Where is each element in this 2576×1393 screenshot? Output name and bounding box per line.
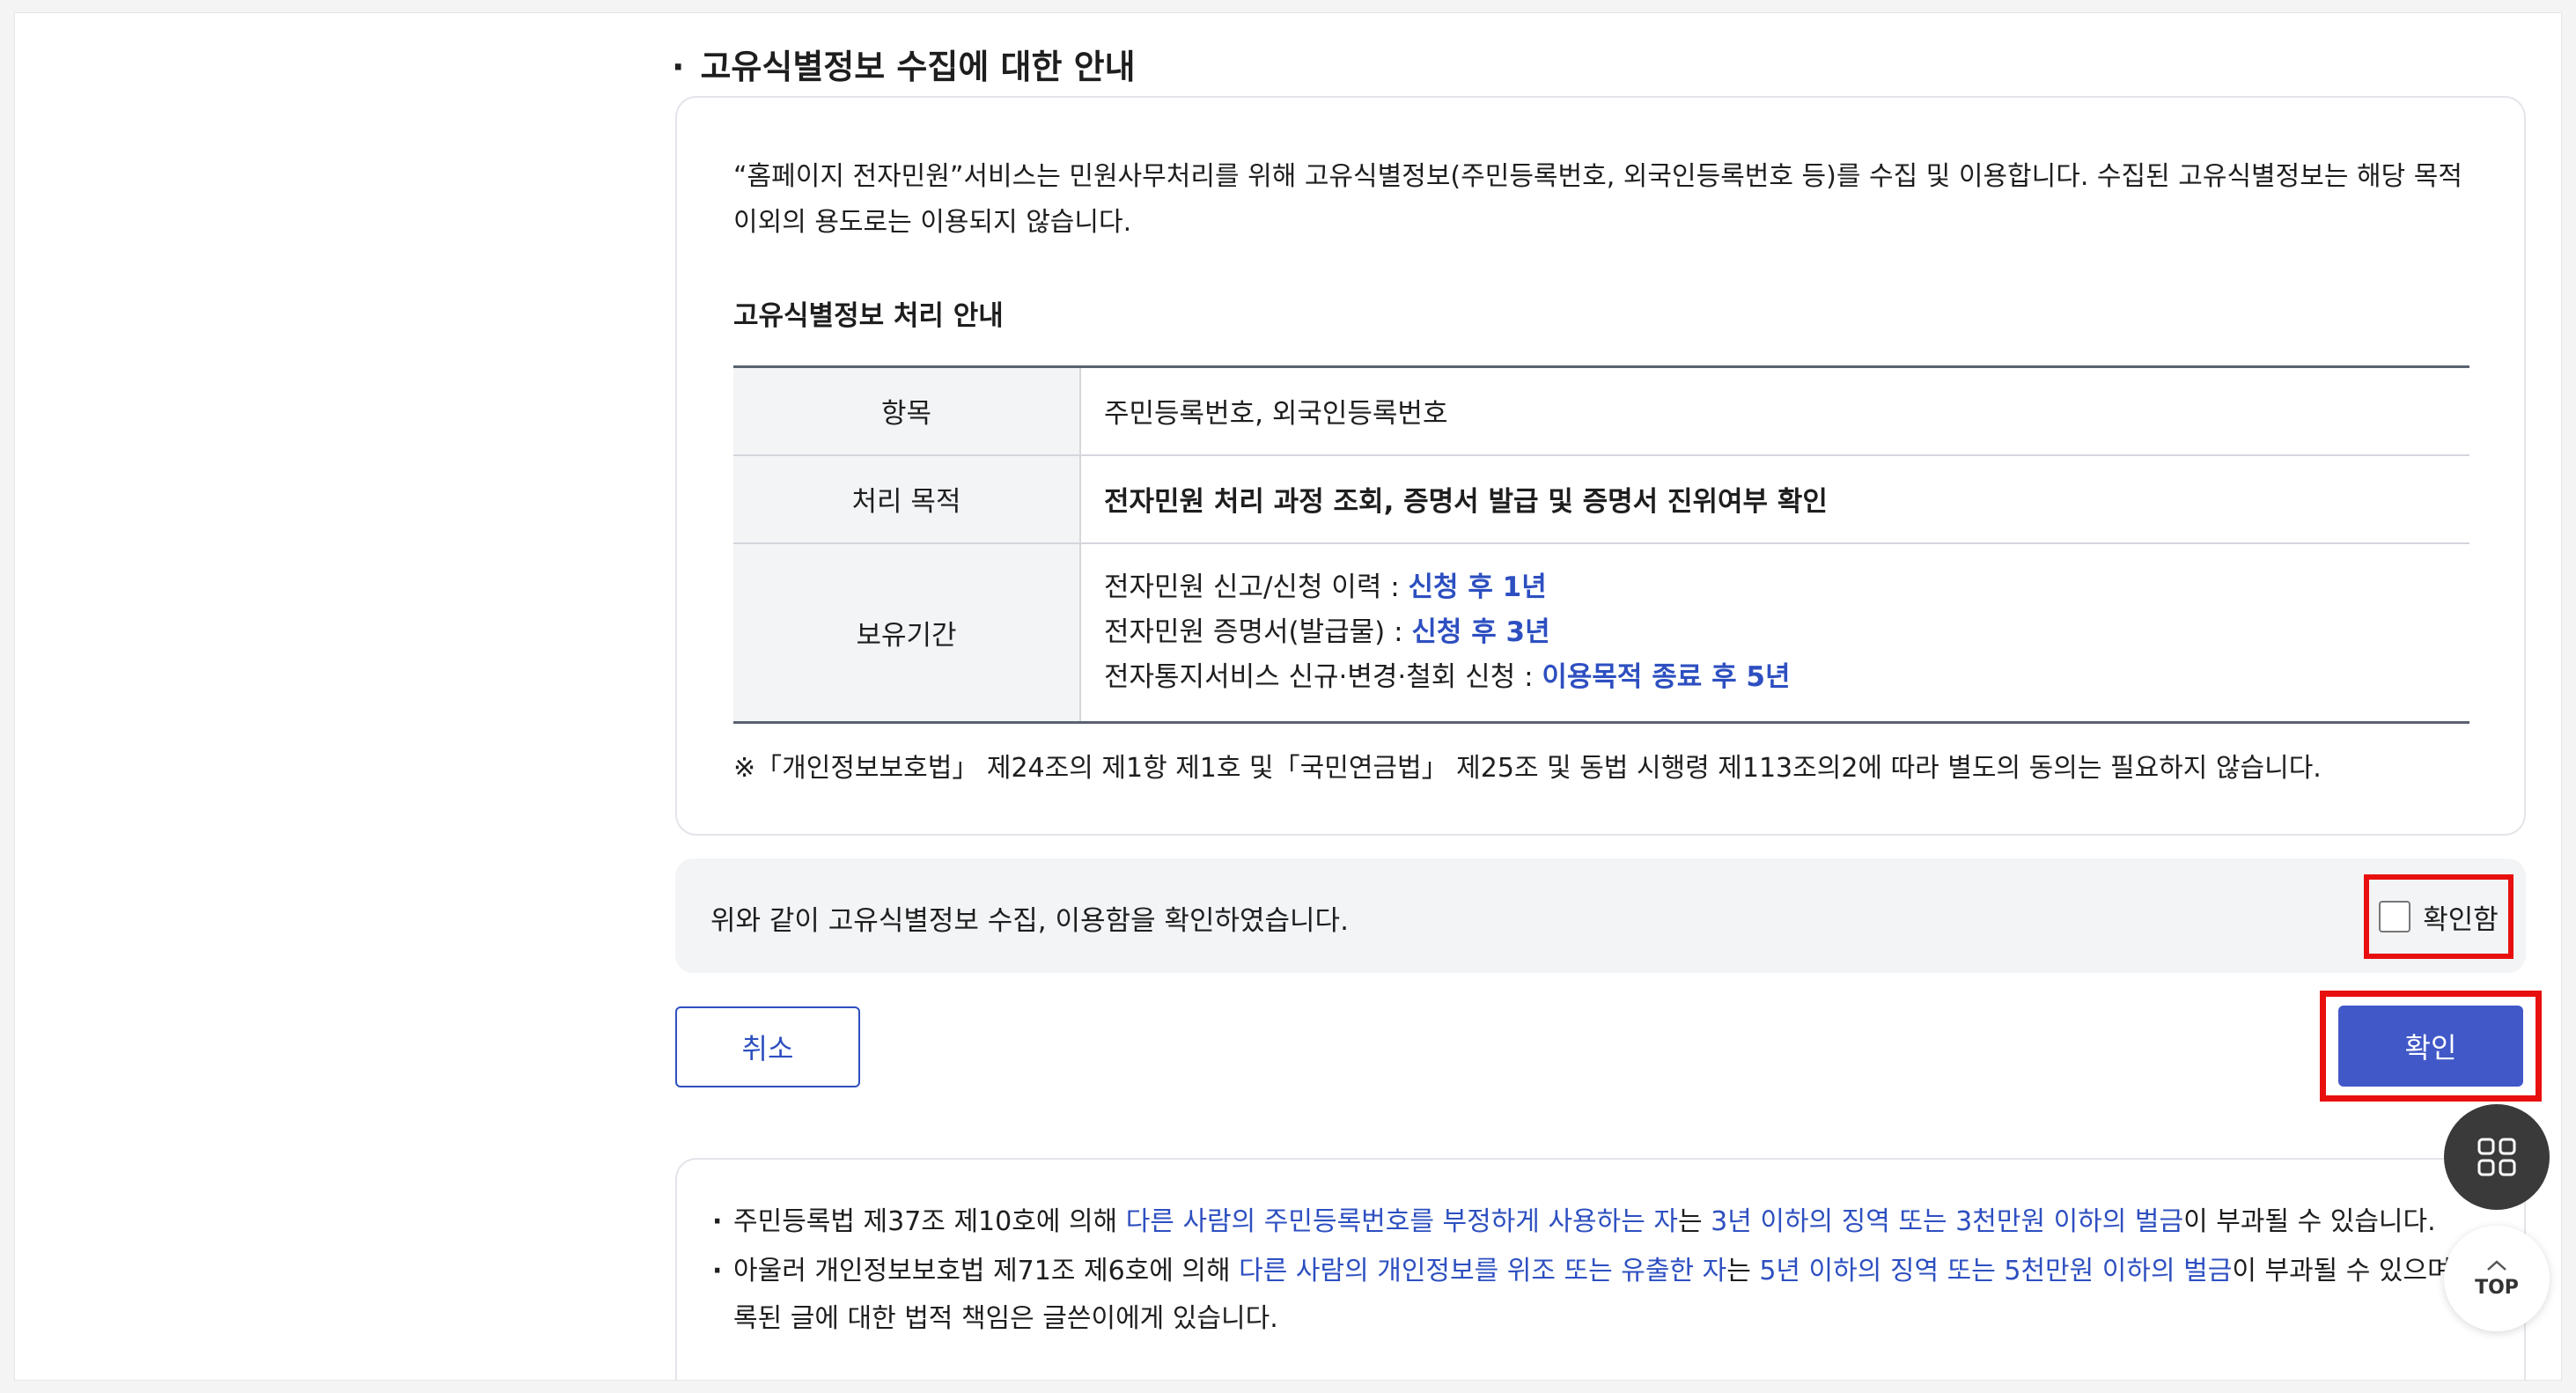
cancel-button[interactable]: 취소 bbox=[675, 1006, 860, 1087]
retention-value: 신청 후 3년 bbox=[1411, 615, 1550, 648]
notice-text: 3년 이하의 징역 또는 3천만원 이하의 벌금 bbox=[1711, 1206, 2184, 1237]
purpose-label: 처리 목적 bbox=[733, 454, 1081, 543]
retention-prefix: 전자통지서비스 신규·변경·철회 신청 : bbox=[1104, 660, 1542, 693]
processing-table: 항목 주민등록번호, 외국인등록번호 처리 목적 전자민원 처리 과정 조회, … bbox=[733, 365, 2469, 724]
notice-text: 아울러 개인정보보호법 제71조 제6호에 의해 bbox=[733, 1256, 1240, 1286]
title-bullet: · bbox=[672, 48, 685, 86]
retention-line: 전자통지서비스 신규·변경·철회 신청 : 이용목적 종료 후 5년 bbox=[1104, 655, 2469, 700]
confirm-checkbox-group[interactable]: 확인함 bbox=[2364, 874, 2513, 959]
confirm-checkbox[interactable] bbox=[2379, 901, 2411, 932]
info-box: “홈페이지 전자민원”서비스는 민원사무처리를 위해 고유식별정보(주민등록번호… bbox=[675, 96, 2526, 836]
retention-values: 전자민원 신고/신청 이력 : 신청 후 1년 전자민원 증명서(발급물) : … bbox=[1080, 543, 2469, 723]
confirm-checkbox-label[interactable]: 확인함 bbox=[2423, 897, 2499, 937]
scroll-top-label: TOP bbox=[2475, 1276, 2519, 1299]
table-row-purpose: 처리 목적 전자민원 처리 과정 조회, 증명서 발급 및 증명서 진위여부 확… bbox=[733, 454, 2469, 543]
title-text: 고유식별정보 수집에 대한 안내 bbox=[700, 48, 1136, 86]
section-title: · 고유식별정보 수집에 대한 안내 bbox=[672, 40, 1136, 88]
notice-text: 는 bbox=[1726, 1256, 1760, 1286]
retention-prefix: 전자민원 신고/신청 이력 : bbox=[1104, 571, 1409, 603]
menu-fab-button[interactable] bbox=[2444, 1104, 2550, 1210]
confirm-bar: 위와 같이 고유식별정보 수집, 이용함을 확인하였습니다. 확인함 bbox=[675, 859, 2526, 973]
confirm-statement: 위와 같이 고유식별정보 수집, 이용함을 확인하였습니다. bbox=[710, 905, 1349, 937]
item-value: 주민등록번호, 외국인등록번호 bbox=[1104, 398, 1448, 431]
notice-text: 다른 사람의 개인정보를 위조 또는 유출한 자 bbox=[1239, 1256, 1727, 1286]
confirm-button-highlight: 확인 bbox=[2320, 991, 2542, 1102]
grid-icon bbox=[2477, 1138, 2516, 1176]
notice-text: 다른 사람의 주민등록번호를 부정하게 사용하는 자 bbox=[1125, 1206, 1678, 1237]
notice-list: 주민등록법 제37조 제10호에 의해 다른 사람의 주민등록번호를 부정하게 … bbox=[712, 1198, 2508, 1345]
confirm-button[interactable]: 확인 bbox=[2338, 1006, 2523, 1087]
processing-title: 고유식별정보 처리 안내 bbox=[733, 300, 1004, 332]
retention-value: 이용목적 종료 후 5년 bbox=[1542, 660, 1791, 693]
retention-label: 보유기간 bbox=[733, 542, 1081, 723]
notice-text: 주민등록법 제37조 제10호에 의해 bbox=[733, 1206, 1126, 1237]
notice-box: 주민등록법 제37조 제10호에 의해 다른 사람의 주민등록번호를 부정하게 … bbox=[675, 1158, 2526, 1380]
retention-prefix: 전자민원 증명서(발급물) : bbox=[1104, 615, 1412, 648]
retention-line: 전자민원 증명서(발급물) : 신청 후 3년 bbox=[1104, 610, 2469, 655]
chevron-up-icon bbox=[2487, 1259, 2506, 1271]
notice-item: 아울러 개인정보보호법 제71조 제6호에 의해 다른 사람의 개인정보를 위조… bbox=[712, 1248, 2508, 1343]
purpose-value: 전자민원 처리 과정 조회, 증명서 발급 및 증명서 진위여부 확인 bbox=[1104, 486, 1828, 518]
notice-item: 주민등록법 제37조 제10호에 의해 다른 사람의 주민등록번호를 부정하게 … bbox=[712, 1198, 2508, 1246]
scroll-top-button[interactable]: TOP bbox=[2444, 1226, 2550, 1331]
legal-note: ※「개인정보보호법」 제24조의 제1항 제1호 및「국민연금법」 제25조 및… bbox=[733, 753, 2322, 784]
page-frame: · 고유식별정보 수집에 대한 안내 “홈페이지 전자민원”서비스는 민원사무처리… bbox=[14, 12, 2562, 1381]
table-row-retention: 보유기간 전자민원 신고/신청 이력 : 신청 후 1년 전자민원 증명서(발급… bbox=[733, 542, 2469, 723]
item-label: 항목 bbox=[733, 366, 1081, 455]
notice-text: 5년 이하의 징역 또는 5천만원 이하의 벌금 bbox=[1759, 1256, 2233, 1286]
retention-line: 전자민원 신고/신청 이력 : 신청 후 1년 bbox=[1104, 565, 2469, 610]
notice-text: 이 부과될 수 있습니다. bbox=[2183, 1206, 2436, 1237]
retention-value: 신청 후 1년 bbox=[1408, 571, 1547, 603]
table-row-item: 항목 주민등록번호, 외국인등록번호 bbox=[733, 366, 2469, 455]
notice-text: 는 bbox=[1677, 1206, 1711, 1237]
intro-text: “홈페이지 전자민원”서비스는 민원사무처리를 위해 고유식별정보(주민등록번호… bbox=[733, 161, 2462, 238]
